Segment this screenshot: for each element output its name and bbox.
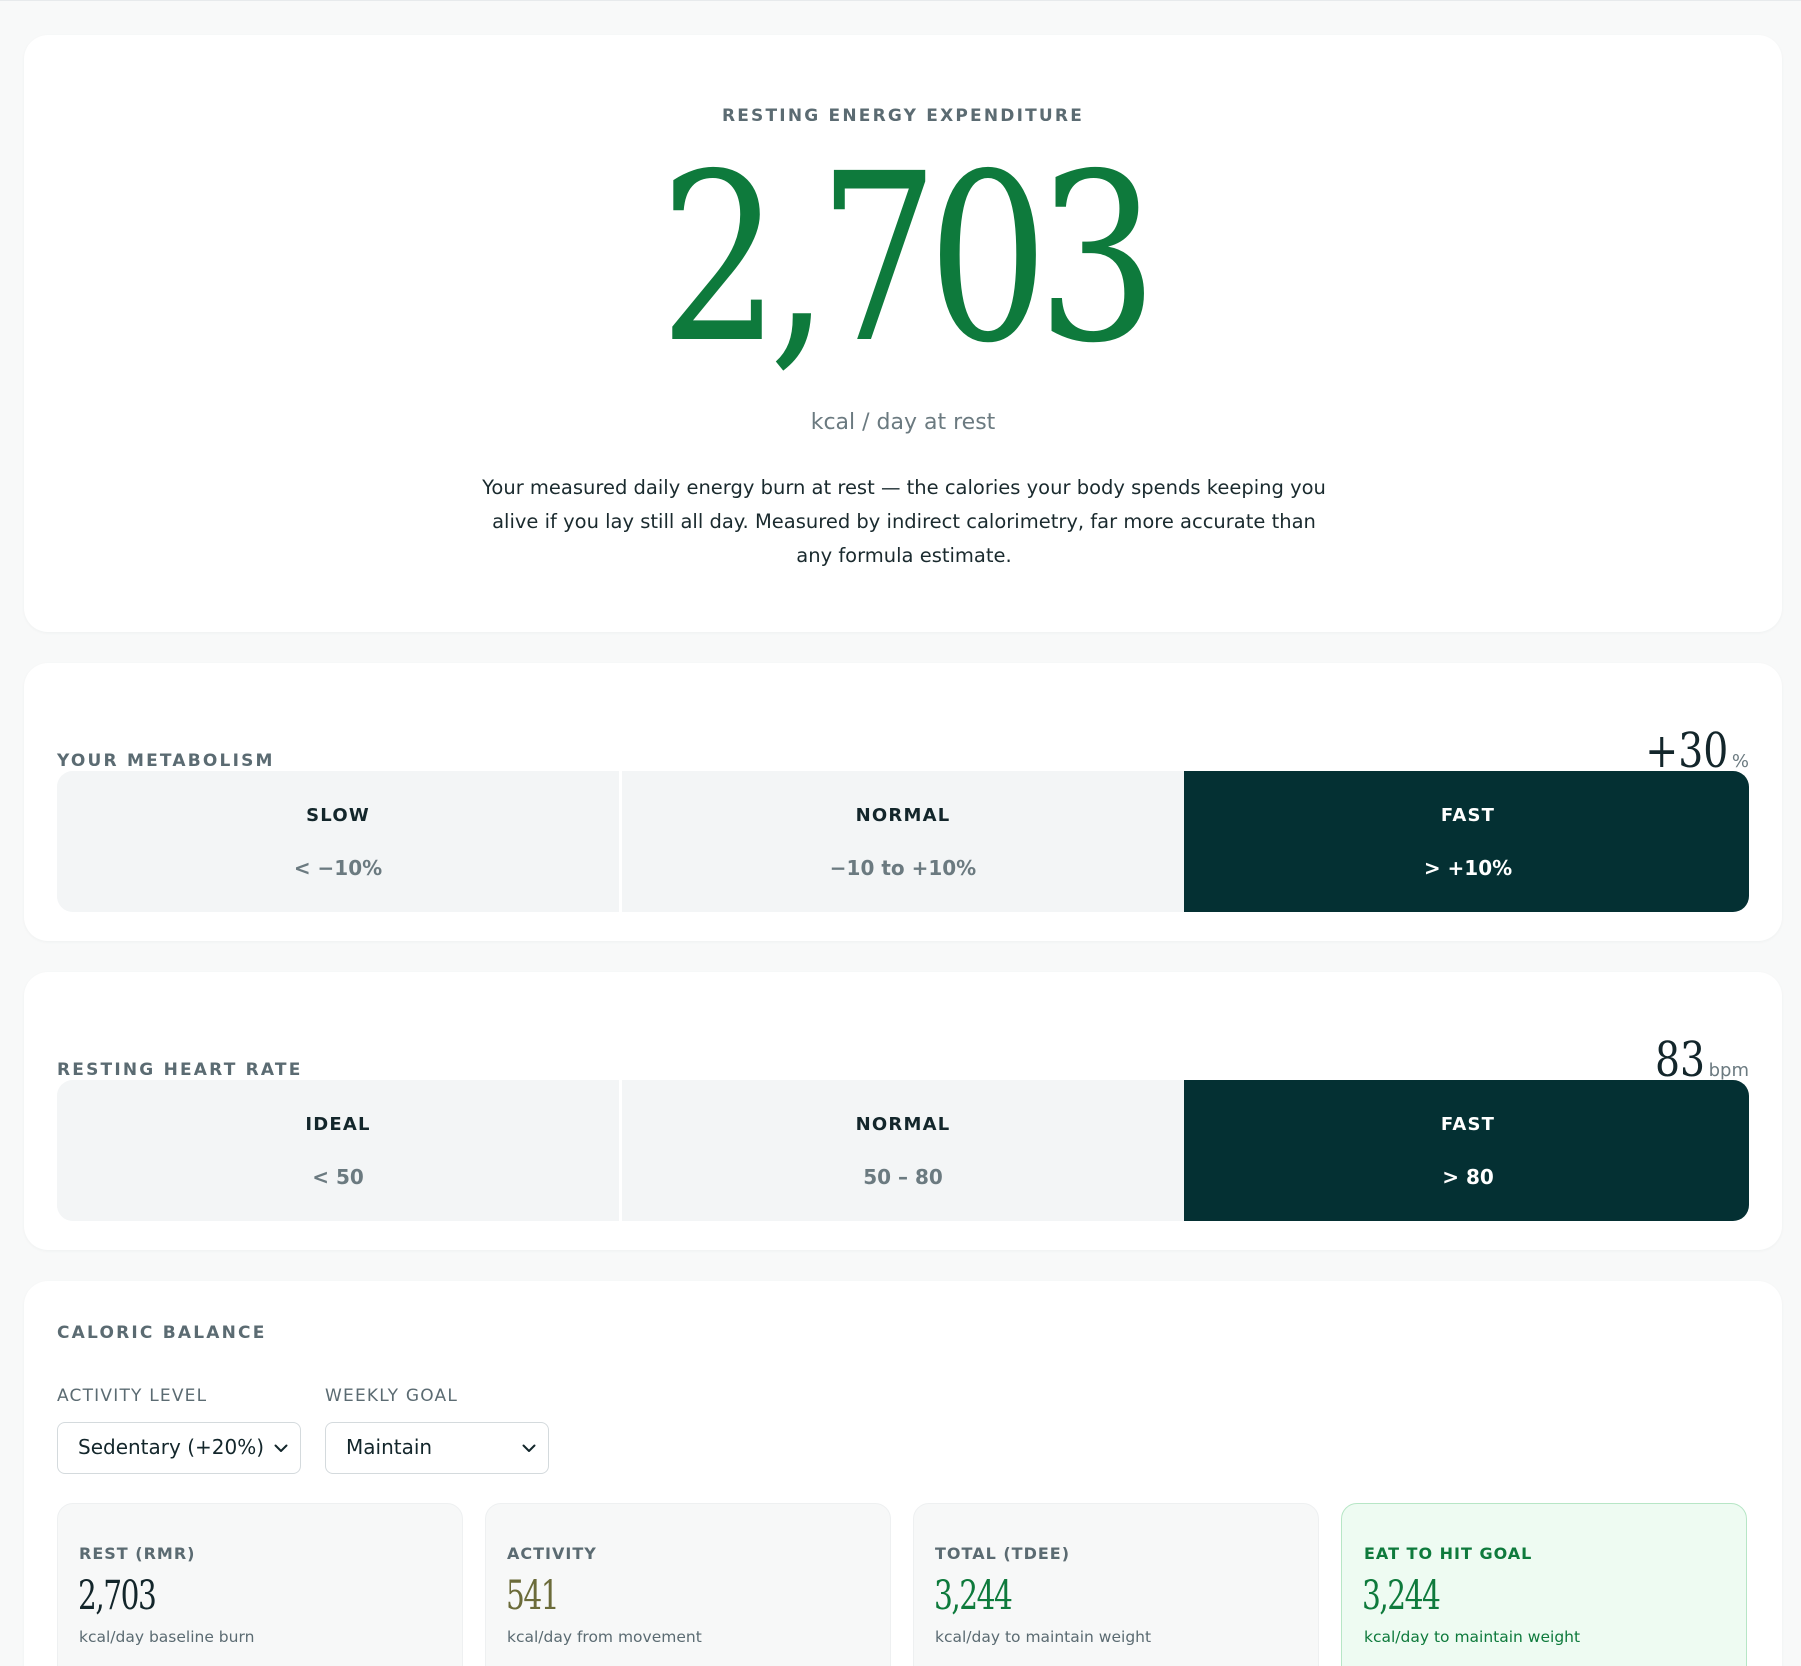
heart-rate-segment-ideal: IDEAL < 50 [57,1080,619,1221]
resting-energy-eyebrow: RESTING ENERGY EXPENDITURE [721,106,1085,126]
resting-energy-unit: kcal / day at rest [810,410,996,435]
stat-label: ACTIVITY [507,1544,597,1563]
activity-level-selected: Sedentary (+20%) [78,1435,265,1459]
metabolism-value-suffix: % [1731,751,1749,772]
stat-caption: kcal/day to maintain weight [935,1628,1152,1646]
heart-rate-segment-fast: FAST > 80 [1184,1080,1749,1221]
segment-label: SLOW [306,805,370,826]
resting-energy-description: Your measured daily energy burn at rest … [482,476,1326,567]
stat-label: TOTAL (TDEE) [935,1544,1071,1563]
stat-card-rest: REST (RMR) 2,703 kcal/day baseline burn [57,1503,463,1666]
stat-caption: kcal/day from movement [507,1628,702,1646]
segment-range: > 80 [1442,1165,1494,1189]
metabolism-segment-fast: FAST > +10% [1184,771,1749,912]
segment-label: NORMAL [855,805,951,826]
stat-value: 3,244 [1362,1573,1441,1619]
stat-value: 2,703 [78,1573,157,1619]
heart-rate-scale: IDEAL < 50 NORMAL 50 – 80 FAST > 80 [57,1080,1749,1221]
stat-card-goal: EAT TO HIT GOAL 3,244 kcal/day to mainta… [1341,1503,1747,1666]
caloric-balance-card: CALORIC BALANCE ACTIVITY LEVEL Sedentary… [24,1281,1782,1666]
metabolism-title: YOUR METABOLISM [57,751,275,771]
heart-rate-title: RESTING HEART RATE [57,1060,303,1080]
resting-energy-card: RESTING ENERGY EXPENDITURE 2,703 kcal / … [24,35,1782,632]
activity-level-select[interactable]: Sedentary (+20%) [57,1422,301,1474]
caloric-balance-title: CALORIC BALANCE [57,1323,267,1343]
stat-label: REST (RMR) [79,1544,196,1563]
segment-label: FAST [1440,1114,1496,1135]
metabolism-scale: SLOW < −10% NORMAL −10 to +10% FAST > +1… [57,771,1749,912]
segment-label: FAST [1440,805,1496,826]
stat-card-activity: ACTIVITY 541 kcal/day from movement [485,1503,891,1666]
activity-level-label: ACTIVITY LEVEL [57,1386,208,1406]
heart-rate-header: RESTING HEART RATE 83 bpm [57,1024,1749,1084]
segment-range: 50 – 80 [863,1165,943,1189]
stat-caption: kcal/day to maintain weight [1364,1628,1581,1646]
metabolism-card: YOUR METABOLISM +30% SLOW < −10% NORMAL … [24,663,1782,941]
heart-rate-value-number: 83 [1654,1032,1705,1088]
metabolism-header: YOUR METABOLISM +30% [57,715,1749,775]
metabolism-segment-slow: SLOW < −10% [57,771,619,912]
heart-rate-card: RESTING HEART RATE 83 bpm IDEAL < 50 NORM… [24,972,1782,1250]
segment-range: −10 to +10% [829,856,977,880]
segment-range: < −10% [293,856,383,880]
chevron-down-icon [522,1423,536,1473]
heart-rate-value-suffix: bpm [1708,1060,1749,1081]
segment-label: IDEAL [305,1114,371,1135]
weekly-goal-select[interactable]: Maintain [325,1422,549,1474]
weekly-goal-label: WEEKLY GOAL [325,1386,458,1406]
segment-label: NORMAL [855,1114,951,1135]
segment-range: < 50 [312,1165,364,1189]
metabolism-value: +30% [1627,727,1749,775]
stat-value: 541 [506,1573,560,1619]
chevron-down-icon [274,1423,288,1473]
segment-range: > +10% [1423,856,1513,880]
page: RESTING ENERGY EXPENDITURE 2,703 kcal / … [0,0,1801,1666]
stat-card-total: TOTAL (TDEE) 3,244 kcal/day to maintain … [913,1503,1319,1666]
heart-rate-value: 83 bpm [1644,1036,1749,1084]
stat-caption: kcal/day baseline burn [79,1628,255,1646]
resting-energy-value: 2,703 [659,124,1158,394]
weekly-goal-selected: Maintain [346,1435,433,1459]
metabolism-segment-normal: NORMAL −10 to +10% [619,771,1184,912]
stat-label: EAT TO HIT GOAL [1364,1544,1533,1563]
heart-rate-segment-normal: NORMAL 50 – 80 [619,1080,1184,1221]
metabolism-value-number: +30 [1644,723,1728,779]
stat-value: 3,244 [934,1573,1013,1619]
